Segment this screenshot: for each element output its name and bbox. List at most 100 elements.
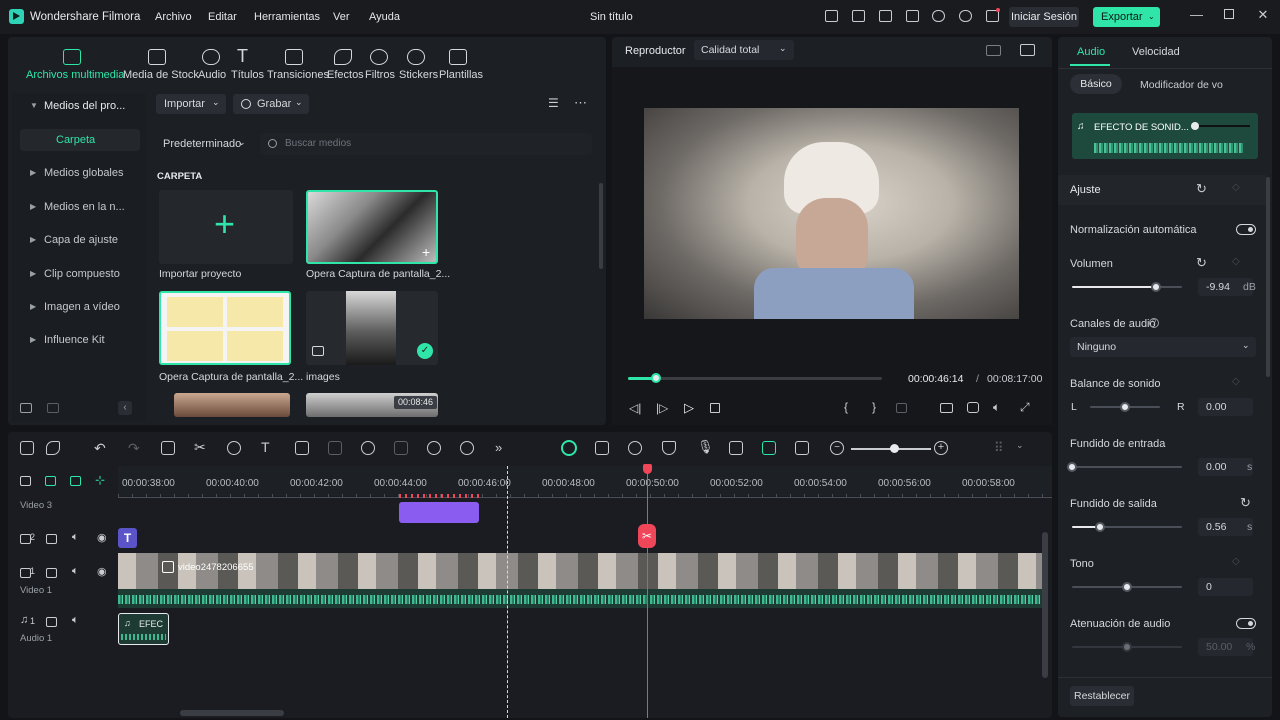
export-button[interactable]: Exportar ⌄ [1093, 7, 1160, 27]
sound-effect-knob[interactable] [1191, 122, 1199, 130]
login-button[interactable]: Iniciar Sesión [1009, 7, 1079, 27]
text-icon[interactable]: T [237, 46, 248, 67]
snapshot-view-icon[interactable] [1020, 44, 1035, 56]
tone-input[interactable]: 0 [1198, 578, 1253, 596]
keyframe-icon[interactable]: ◇ [1232, 376, 1240, 387]
mark-in-icon[interactable]: { [844, 400, 848, 414]
menu-ver[interactable]: Ver [333, 11, 350, 23]
media-thumbnail[interactable]: 00:08:46 [306, 393, 438, 417]
subtitle-icon[interactable] [729, 441, 743, 455]
more-options-icon[interactable]: ⋯ [574, 95, 587, 111]
send-icon[interactable] [825, 10, 838, 22]
zoom-slider-knob[interactable] [890, 444, 899, 453]
info-icon[interactable]: ? [1149, 318, 1159, 328]
eye-icon[interactable]: ◉ [97, 565, 107, 578]
lock-icon[interactable] [46, 617, 57, 627]
screen-record-icon[interactable] [595, 441, 609, 455]
sticker-icon[interactable] [407, 49, 425, 65]
balance-slider-knob[interactable] [1120, 402, 1130, 412]
sound-effect-card[interactable]: ♫ EFECTO DE SONID... [1072, 113, 1258, 159]
color-icon[interactable] [394, 441, 408, 455]
subtab-voice-changer[interactable]: Modificador de vo [1140, 79, 1224, 91]
reset-icon[interactable]: ↻ [1240, 495, 1251, 511]
media-scrollbar[interactable] [599, 183, 603, 269]
mask-icon[interactable] [328, 441, 342, 455]
reset-icon[interactable]: ↻ [1196, 181, 1207, 197]
play-icon[interactable]: ▷ [684, 400, 694, 416]
render-icon[interactable] [628, 441, 642, 455]
snap-icon[interactable]: ⊹ [95, 473, 105, 487]
search-input[interactable]: Buscar medios [285, 138, 351, 149]
ai-assistant-icon[interactable] [561, 440, 577, 456]
save-icon[interactable] [906, 10, 919, 22]
close-icon[interactable]: ✕ [1257, 8, 1269, 21]
media-icon[interactable] [63, 49, 81, 65]
folder-icon[interactable] [47, 403, 59, 413]
menu-herramientas[interactable]: Herramientas [254, 11, 320, 23]
ai-tools-icon[interactable] [427, 441, 441, 455]
template-icon[interactable] [449, 49, 467, 65]
import-project-tile[interactable]: + [159, 190, 293, 264]
keyframe-icon[interactable]: ◇ [1232, 556, 1240, 567]
video-preview[interactable] [644, 108, 1019, 319]
more-tools-icon[interactable]: » [495, 440, 502, 455]
zoom-out-icon[interactable]: − [830, 441, 844, 455]
auto-ripple-icon[interactable] [762, 441, 776, 455]
timeline-vertical-scrollbar[interactable] [1042, 532, 1048, 678]
fade-out-slider-knob[interactable] [1094, 522, 1105, 532]
quality-dropdown[interactable]: Calidad total ⌄ [694, 40, 794, 60]
magnet-icon[interactable] [70, 476, 81, 486]
keyframe-icon[interactable]: ◇ [1232, 182, 1240, 193]
timer-icon[interactable] [460, 441, 474, 455]
media-thumbnail[interactable]: + [306, 190, 438, 264]
attenuation-input[interactable]: 50.00 [1198, 638, 1253, 656]
media-thumbnail[interactable] [174, 393, 290, 417]
audio-edit-icon[interactable] [227, 441, 241, 455]
volume-slider-knob[interactable] [1150, 282, 1161, 292]
delete-icon[interactable] [161, 441, 175, 455]
tab-audio[interactable]: Audio [198, 69, 226, 81]
filter-list-icon[interactable]: ☰ [548, 96, 559, 110]
restore-icon[interactable] [1224, 9, 1234, 19]
text-tool-icon[interactable]: T [261, 439, 270, 455]
grid-view-icon[interactable] [986, 45, 1001, 56]
minimize-icon[interactable]: — [1190, 8, 1203, 21]
lock-icon[interactable] [46, 534, 57, 544]
reset-button[interactable]: Restablecer [1070, 686, 1134, 706]
sidebar-item-global-media[interactable]: ▶ Medios globales [20, 162, 140, 184]
previous-frame-icon[interactable]: ◁| [629, 401, 641, 415]
sidebar-item-project-media[interactable]: ▼ Medios del pro... [20, 95, 140, 117]
tab-titulos[interactable]: Títulos [231, 69, 264, 81]
cut-icon[interactable]: ✂ [194, 439, 206, 456]
attenuation-toggle[interactable] [1236, 618, 1256, 629]
eye-icon[interactable]: ◉ [97, 531, 107, 544]
reset-icon[interactable]: ↻ [1196, 255, 1207, 271]
media-thumbnail[interactable]: ✓ [306, 291, 438, 365]
layout-icon[interactable] [20, 441, 34, 455]
video-clip[interactable]: video2478206655 [118, 553, 1042, 589]
menu-editar[interactable]: Editar [208, 11, 237, 23]
subtab-basic[interactable]: Básico [1070, 74, 1122, 94]
fade-in-input[interactable]: 0.00 [1198, 458, 1253, 476]
split-screen-icon[interactable] [795, 441, 809, 455]
transition-icon[interactable] [285, 49, 303, 65]
camera-icon[interactable] [967, 402, 979, 413]
fullscreen-icon[interactable]: ⤢ [1020, 400, 1030, 415]
next-frame-icon[interactable]: |▷ [656, 401, 668, 415]
select-tool-icon[interactable] [46, 441, 60, 455]
player-progress-track[interactable] [628, 373, 882, 383]
normalization-toggle[interactable] [1236, 224, 1256, 235]
tab-archivos-multimedia[interactable]: Archivos multimedia [26, 69, 124, 81]
mark-out-icon[interactable]: } [872, 400, 876, 414]
music-icon[interactable] [202, 49, 220, 65]
title-icon[interactable]: T [118, 528, 137, 548]
redo-icon[interactable]: ↷ [128, 440, 140, 457]
record-button[interactable]: Grabar ⌄ [233, 94, 309, 114]
new-folder-icon[interactable] [20, 403, 32, 413]
sidebar-item-influence-kit[interactable]: ▶ Influence Kit [20, 329, 140, 351]
sidebar-item-compound-clip[interactable]: ▶ Clip compuesto [20, 263, 140, 285]
sidebar-item-adjustment-layer[interactable]: ▶ Capa de ajuste [20, 229, 140, 251]
title-clip[interactable] [399, 502, 479, 523]
fade-out-input[interactable]: 0.56 [1198, 518, 1253, 536]
effects-icon[interactable] [334, 49, 352, 65]
